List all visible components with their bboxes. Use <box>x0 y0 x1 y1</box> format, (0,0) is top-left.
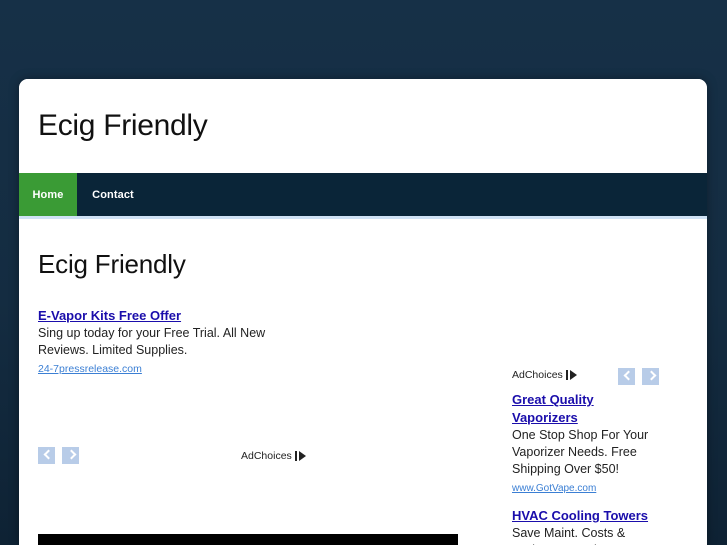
nav-item-home[interactable]: Home <box>19 173 77 216</box>
site-header: Ecig Friendly <box>19 79 707 173</box>
nav-item-contact-label: Contact <box>92 188 134 201</box>
main-ad-line-1: Sing up today for your Free Trial. All N… <box>38 326 266 340</box>
sidebar-ad-line: Shipping Over $50! <box>512 462 620 476</box>
main-navigation: Home Contact <box>19 173 707 216</box>
sidebar-ad-line: One Stop Shop For Your <box>512 428 649 442</box>
sidebar-ads: AdChoices Great Quality Vaporizers One S… <box>512 367 692 545</box>
sidebar-adchoices-label: AdChoices <box>512 369 563 381</box>
adchoices-triangle-icon <box>565 370 577 380</box>
sidebar-ad-title-link-line2[interactable]: Vaporizers <box>512 410 578 425</box>
nav-item-contact[interactable]: Contact <box>77 173 149 216</box>
main-adchoices-label: AdChoices <box>241 450 292 462</box>
main-ad-block: E-Vapor Kits Free Offer Sing up today fo… <box>38 307 458 377</box>
sidebar-adchoices-link[interactable]: AdChoices <box>512 369 577 381</box>
sidebar-ad-header: AdChoices <box>512 367 692 387</box>
sidebar-ad-item: Great Quality Vaporizers One Stop Shop F… <box>512 391 692 496</box>
sidebar-ad-item: HVAC Cooling Towers Save Maint. Costs & … <box>512 507 692 545</box>
sidebar-ad-prev-arrow-icon[interactable] <box>618 368 635 385</box>
sidebar-ad-pager <box>618 368 662 386</box>
page-title: Ecig Friendly <box>38 249 186 279</box>
sidebar-ad-display-url[interactable]: www.GotVape.com <box>512 481 596 496</box>
main-ad-display-url[interactable]: 24-7pressrelease.com <box>38 362 142 377</box>
main-ad-next-arrow-icon[interactable] <box>62 447 80 464</box>
main-ad-line-2: Reviews. Limited Supplies. <box>38 343 188 357</box>
lower-ad-banner <box>38 534 458 545</box>
sidebar-ad-next-arrow-icon[interactable] <box>642 368 660 385</box>
nav-item-home-label: Home <box>32 188 64 201</box>
site-card: Ecig Friendly Home Contact Ecig Friendly… <box>19 79 707 545</box>
sidebar-ad-line: Save Maint. Costs & <box>512 526 626 540</box>
sidebar-ad-title-link[interactable]: HVAC Cooling Towers <box>512 508 648 523</box>
sidebar-ad-title-link[interactable]: Great Quality <box>512 392 594 407</box>
site-title: Ecig Friendly <box>38 109 208 142</box>
sidebar-ad-line: Vaporizer Needs. Free <box>512 445 637 459</box>
main-ad-prev-arrow-icon[interactable] <box>38 447 55 464</box>
adchoices-triangle-icon <box>294 451 306 461</box>
main-adchoices-link[interactable]: AdChoices <box>241 450 306 462</box>
page-content: Ecig Friendly E-Vapor Kits Free Offer Si… <box>19 219 707 545</box>
main-ad-title-link[interactable]: E-Vapor Kits Free Offer <box>38 307 181 324</box>
